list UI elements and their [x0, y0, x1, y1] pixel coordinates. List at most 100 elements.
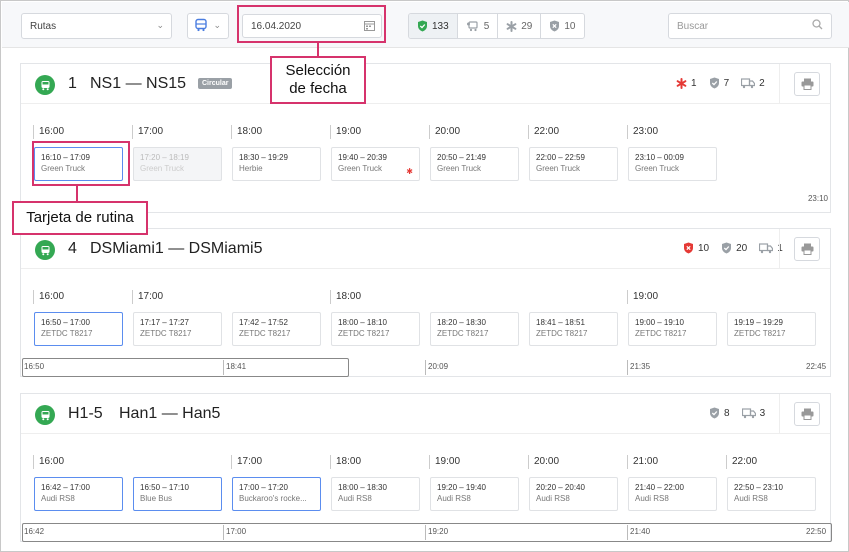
card-vehicle: ZETDC T8217 [437, 329, 489, 338]
hour-label: 17:00 [132, 290, 163, 304]
card-vehicle: Green Truck [338, 164, 383, 173]
asterisk-icon [676, 77, 687, 89]
card-time: 22:50 – 23:10 [734, 483, 783, 492]
timeline-label: 16:42 [24, 527, 45, 536]
routine-card[interactable]: 22:50 – 23:10 Audi RS8 [727, 477, 816, 511]
timeline-label: 16:50 [24, 362, 45, 371]
print-button[interactable] [794, 402, 820, 426]
route-stat: 20 [721, 242, 747, 254]
route-stat-count: 10 [698, 242, 710, 254]
hour-label: 19:00 [330, 125, 361, 139]
date-callout-text: Selección de fecha [285, 62, 351, 97]
routine-card[interactable]: 19:19 – 19:29 ZETDC T8217 [727, 312, 816, 346]
route-stat: 1 [676, 77, 697, 89]
routine-card[interactable]: 21:40 – 22:00 Audi RS8 [628, 477, 717, 511]
route-stat-count: 3 [759, 407, 766, 419]
scrollbar-thumb[interactable] [22, 358, 349, 377]
status-filter-asterisk[interactable]: 29 [498, 14, 542, 38]
card-time: 17:00 – 17:20 [239, 483, 288, 492]
card-vehicle: ZETDC T8217 [734, 329, 786, 338]
asterisk-icon: ✱ [406, 167, 413, 176]
route-name: Han1 — Han5 [119, 405, 221, 422]
timeline-tick [627, 360, 628, 375]
routine-card[interactable]: 19:00 – 19:10 ZETDC T8217 [628, 312, 717, 346]
route-name: DSMiami1 — DSMiami5 [90, 240, 263, 257]
status-filter-truck-people[interactable]: 5 [458, 14, 499, 38]
timeline-end-label: 23:10 [807, 194, 828, 203]
card-vehicle: Audi RS8 [734, 494, 768, 503]
routine-card[interactable]: 18:20 – 18:30 ZETDC T8217 [430, 312, 519, 346]
status-count: 10 [564, 20, 576, 32]
timeline-tick [425, 360, 426, 375]
routine-card[interactable]: 17:42 – 17:52 ZETDC T8217 [232, 312, 321, 346]
search-placeholder: Buscar [677, 20, 709, 32]
card-vehicle: Green Truck [635, 164, 680, 173]
header-divider [779, 229, 780, 269]
routine-card[interactable]: 18:30 – 19:29 Herbie [232, 147, 321, 181]
hour-label: 17:00 [231, 455, 262, 469]
card-vehicle: Audi RS8 [536, 494, 570, 503]
card-time: 17:20 – 18:19 [140, 153, 189, 162]
route-select[interactable]: Rutas ⌄ [21, 13, 172, 39]
hour-label: 17:00 [132, 125, 163, 139]
bus-icon [194, 18, 208, 35]
routine-card[interactable]: 20:20 – 20:40 Audi RS8 [529, 477, 618, 511]
print-button[interactable] [794, 72, 820, 96]
routine-card[interactable]: 18:41 – 18:51 ZETDC T8217 [529, 312, 618, 346]
printer-icon [801, 78, 814, 90]
card-vehicle: Herbie [239, 164, 263, 173]
routine-card[interactable]: 19:40 – 20:39 Green Truck ✱ [331, 147, 420, 181]
routine-card[interactable]: 18:00 – 18:30 Audi RS8 [331, 477, 420, 511]
scrollbar-thumb[interactable] [22, 523, 832, 542]
route-stat-count: 2 [759, 77, 765, 89]
route-stat-count: 20 [736, 242, 748, 254]
hour-label: 16:00 [33, 455, 64, 469]
route-type-badge: Circular [198, 78, 233, 89]
header-divider [779, 64, 780, 104]
shield-check-icon [709, 77, 720, 89]
timeline-tick [627, 525, 628, 540]
card-vehicle: ZETDC T8217 [41, 329, 93, 338]
bus-icon [35, 405, 55, 425]
route-header: 1 NS1 — NS15 Circular 1 7 2 [21, 64, 830, 104]
routine-card[interactable]: 23:10 – 00:09 Green Truck [628, 147, 717, 181]
routine-card[interactable]: 16:50 – 17:10 Blue Bus [133, 477, 222, 511]
timeline-scrollbar[interactable]: 16:50 18:41 20:09 21:35 22:45 [21, 358, 830, 377]
routine-card[interactable]: 16:42 – 17:00 Audi RS8 [34, 477, 123, 511]
timeline-label: 18:41 [226, 362, 247, 371]
search-input[interactable]: Buscar [668, 13, 832, 39]
card-highlight-frame [32, 141, 130, 186]
route-header: 4 DSMiami1 — DSMiami5 10 20 1 [21, 229, 830, 269]
vehicle-type-select[interactable]: ⌄ [187, 13, 229, 39]
card-time: 23:10 – 00:09 [635, 153, 684, 162]
route-stat: 2 [741, 78, 765, 89]
card-time: 18:30 – 19:29 [239, 153, 288, 162]
shield-check-icon [709, 407, 720, 419]
card-time: 21:40 – 22:00 [635, 483, 684, 492]
shield-check-icon [721, 242, 732, 254]
routine-card[interactable]: 20:50 – 21:49 Green Truck [430, 147, 519, 181]
routine-card[interactable]: 18:00 – 18:10 ZETDC T8217 [331, 312, 420, 346]
card-time: 16:42 – 17:00 [41, 483, 90, 492]
print-button[interactable] [794, 237, 820, 261]
routine-card[interactable]: 16:50 – 17:00 ZETDC T8217 [34, 312, 123, 346]
routine-card[interactable]: 17:17 – 17:27 ZETDC T8217 [133, 312, 222, 346]
hour-label: 20:00 [528, 455, 559, 469]
card-vehicle: Blue Bus [140, 494, 173, 503]
routine-card[interactable]: 17:20 – 18:19 Green Truck [133, 147, 222, 181]
route-stat: 3 [741, 407, 766, 419]
card-vehicle: Audi RS8 [437, 494, 471, 503]
routine-card[interactable]: 17:00 – 17:20 Buckaroo's rocke... [232, 477, 321, 511]
hour-label: 21:00 [627, 455, 658, 469]
date-highlight-frame [237, 5, 386, 43]
shield-x-icon [549, 20, 560, 32]
route-stat-count: 7 [723, 77, 730, 89]
routine-card[interactable]: 19:20 – 19:40 Audi RS8 [430, 477, 519, 511]
routine-card[interactable]: 22:00 – 22:59 Green Truck [529, 147, 618, 181]
route-stats: 10 20 1 [683, 242, 783, 254]
timeline-scrollbar[interactable]: 16:42 17:00 19:20 21:40 22:50 [21, 523, 832, 542]
status-filter-shield-check[interactable]: 133 [409, 14, 458, 38]
route-section: 4 DSMiami1 — DSMiami5 10 20 1 16:00 17:00 18:00… [20, 228, 831, 377]
card-vehicle: Audi RS8 [338, 494, 372, 503]
status-filter-shield-x[interactable]: 10 [541, 14, 583, 38]
